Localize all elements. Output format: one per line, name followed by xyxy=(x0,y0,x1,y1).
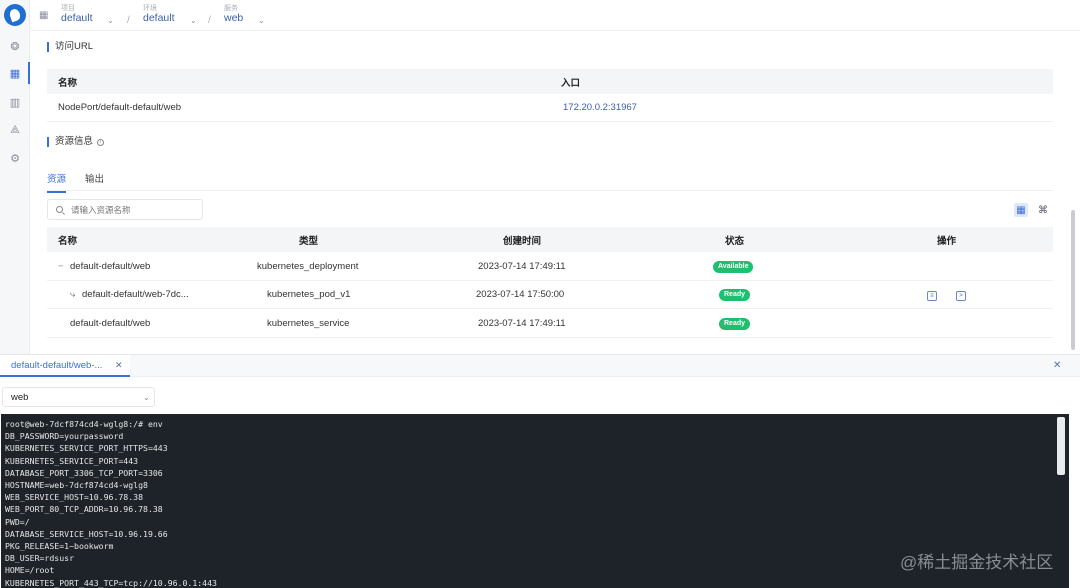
container-select-value: web xyxy=(11,391,29,403)
resource-name: default-default/web xyxy=(70,318,151,329)
header-entry: 入口 xyxy=(561,77,581,89)
search-input[interactable] xyxy=(71,204,191,215)
close-icon[interactable]: ✕ xyxy=(1053,360,1061,371)
resource-created: 2023-07-14 17:50:00 xyxy=(476,289,565,300)
resource-name: default-default/web xyxy=(70,261,151,272)
table-row: default-default/web kubernetes_service 2… xyxy=(47,310,1053,338)
terminal-icon[interactable]: > xyxy=(956,289,966,301)
status-badge-label: Available xyxy=(713,261,754,273)
access-name: NodePort/default-default/web xyxy=(58,102,182,113)
container-select[interactable]: web ⌄ xyxy=(2,387,155,407)
table-row: NodePort/default-default/web 172.20.0.2:… xyxy=(47,94,1053,122)
header-actions: 操作 xyxy=(937,235,957,247)
main-scrollbar[interactable] xyxy=(1071,210,1075,350)
close-tab-icon[interactable]: ✕ xyxy=(115,360,123,371)
resource-tabs: 资源 输出 xyxy=(47,169,1053,193)
resource-info-label: 资源信息 xyxy=(55,136,94,147)
gear-icon[interactable]: ⚙ xyxy=(0,147,30,169)
environment-value: default xyxy=(143,12,175,24)
service-caption: 服务 xyxy=(224,5,238,12)
environment-caption: 环境 xyxy=(143,5,157,12)
service-value: web xyxy=(224,12,244,24)
header-status: 状态 xyxy=(725,235,745,247)
chevron-down-icon: ⌄ xyxy=(143,392,150,402)
top-bar: ▦ 项目 default ⌄ / 环境 default ⌄ / 服务 web ⌄ xyxy=(30,0,1080,31)
project-selector[interactable]: 项目 default ⌄ xyxy=(61,3,151,25)
status-badge: Ready xyxy=(719,288,751,301)
topology-view-icon[interactable]: ⌘ xyxy=(1036,203,1050,217)
brain-icon[interactable]: ❂ xyxy=(0,35,30,57)
service-selector[interactable]: 服务 web ⌄ xyxy=(224,3,304,25)
resource-info-title: 资源信息 i xyxy=(47,136,105,147)
breadcrumb-separator: / xyxy=(127,15,130,26)
resource-table-header: 名称 类型 创建时间 状态 操作 xyxy=(47,227,1053,252)
grid-icon[interactable]: ▦ xyxy=(39,10,48,21)
environment-selector[interactable]: 环境 default ⌄ xyxy=(143,3,233,25)
header-name: 名称 xyxy=(58,235,78,247)
terminal-scrollbar[interactable] xyxy=(1057,417,1065,475)
breadcrumb-separator: / xyxy=(208,15,211,26)
chevron-down-icon: ⌄ xyxy=(190,16,197,25)
tab-resources[interactable]: 资源 xyxy=(47,171,67,193)
watermark: @稀土掘金技术社区 xyxy=(900,553,1054,572)
resource-type: kubernetes_pod_v1 xyxy=(267,289,351,300)
status-badge-label: Ready xyxy=(719,318,751,330)
header-type: 类型 xyxy=(299,235,319,247)
resource-search[interactable] xyxy=(47,199,203,220)
tab-output[interactable]: 输出 xyxy=(85,171,104,191)
info-icon[interactable]: i xyxy=(97,139,105,146)
child-link-icon: ⤷ xyxy=(70,289,76,300)
resource-name: default-default/web-7dc... xyxy=(82,289,189,300)
chevron-down-icon: ⌄ xyxy=(258,16,265,25)
status-badge-label: Ready xyxy=(719,289,751,301)
table-row: − default-default/web kubernetes_deploym… xyxy=(47,253,1053,281)
resource-created: 2023-07-14 17:49:11 xyxy=(478,318,566,329)
search-icon xyxy=(56,206,63,213)
panel-tab-label: default-default/web-... xyxy=(11,359,103,371)
status-badge: Available xyxy=(713,260,754,273)
header-name: 名称 xyxy=(58,77,78,89)
panel-tab[interactable]: default-default/web-... ✕ xyxy=(0,355,130,377)
status-badge: Ready xyxy=(719,317,751,330)
topology-icon[interactable]: ⟁ xyxy=(0,119,30,141)
project-caption: 项目 xyxy=(61,5,75,12)
access-url-title: 访问URL xyxy=(47,42,93,52)
resource-created: 2023-07-14 17:49:11 xyxy=(478,261,566,272)
main-content: 访问URL 名称 入口 NodePort/default-default/web… xyxy=(30,31,1080,353)
resource-type: kubernetes_deployment xyxy=(257,261,359,272)
apps-icon[interactable]: ▦ xyxy=(0,62,30,84)
header-created: 创建时间 xyxy=(503,235,542,247)
table-row: ⤷ default-default/web-7dc... kubernetes_… xyxy=(47,281,1053,309)
logo-icon[interactable] xyxy=(4,4,26,26)
access-entry-link[interactable]: 172.20.0.2:31967 xyxy=(563,102,637,113)
access-url-table-header: 名称 入口 xyxy=(47,69,1053,94)
resource-type: kubernetes_service xyxy=(267,318,350,329)
logs-icon[interactable]: ≡ xyxy=(927,289,937,301)
chevron-down-icon: ⌄ xyxy=(107,16,114,25)
chart-icon[interactable]: ▥ xyxy=(0,91,30,113)
table-view-icon[interactable]: ▦ xyxy=(1014,203,1028,217)
panel-tab-strip xyxy=(130,355,1080,377)
collapse-icon[interactable]: − xyxy=(58,261,64,272)
project-value: default xyxy=(61,12,93,24)
